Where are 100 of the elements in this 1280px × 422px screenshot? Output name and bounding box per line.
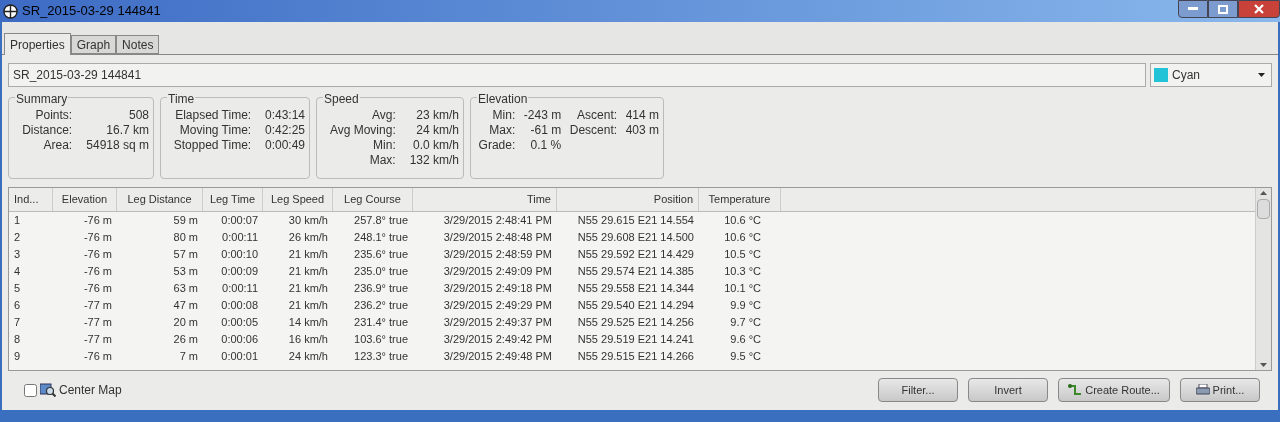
table-cell-text: 3/29/2015 2:49:09 PM	[442, 264, 553, 280]
field-label: Avg:	[370, 108, 396, 123]
color-dropdown[interactable]: Cyan	[1150, 63, 1272, 87]
table-cell-text: 3/29/2015 2:48:41 PM	[442, 213, 553, 229]
tab[interactable]: Notes	[116, 35, 160, 54]
table-cell-text: 8	[13, 332, 22, 348]
field-value: 0.0 km/h	[411, 138, 459, 153]
minimize-button[interactable]	[1178, 0, 1208, 18]
column-header[interactable]: Leg Time	[203, 188, 263, 211]
table-cell-text: 0:00:11	[221, 230, 259, 246]
table-cell-text: N55 29.519 E21 14.241	[576, 332, 695, 348]
table-cell-text: 26 m	[172, 332, 199, 348]
field-label: Elapsed Time:	[174, 108, 252, 123]
column-header[interactable]: Temperature	[699, 188, 781, 211]
table-cell-text: 7	[13, 315, 22, 331]
field-label: Stopped Time:	[172, 138, 252, 153]
field-value: 132 km/h	[408, 153, 459, 168]
column-header[interactable]: Elevation	[53, 188, 117, 211]
column-header[interactable]: Time	[413, 188, 557, 211]
table-cell-text: N55 29.574 E21 14.385	[576, 264, 695, 280]
table-cell-text: -76 m	[82, 213, 113, 229]
table-cell-text: -76 m	[82, 264, 113, 280]
table-cell-text: 0:00:11	[221, 281, 259, 297]
printer-icon	[1195, 384, 1210, 396]
scrollbar[interactable]	[1255, 188, 1271, 370]
table-cell-text: 6	[13, 298, 22, 314]
table-cell-text: N55 29.515 E21 14.266	[576, 349, 695, 365]
table-cell-text: 21 km/h	[287, 298, 329, 314]
table-cell-text: -76 m	[82, 281, 113, 297]
table-cell-text: 10.5 °C	[723, 247, 762, 263]
app-icon	[3, 3, 18, 19]
table-cell-text: 59 m	[172, 213, 199, 229]
table-cell-text: 26 km/h	[287, 230, 329, 246]
field-value: 0:00:49	[263, 138, 305, 153]
minimize-icon	[1188, 7, 1198, 11]
column-header[interactable]: Leg Course	[333, 188, 413, 211]
field-value: 0:43:14	[263, 108, 305, 123]
action-button[interactable]: Create Route...	[1058, 378, 1170, 402]
table-cell-text: 21 km/h	[287, 247, 329, 263]
table-cell-text: 30 km/h	[287, 213, 329, 229]
table-cell-text: 10.3 °C	[723, 264, 762, 280]
scrollbar-thumb[interactable]	[1257, 199, 1270, 219]
name-field[interactable]: SR_2015-03-29 144841	[8, 63, 1146, 87]
table-cell-text: 0:00:07	[220, 213, 259, 229]
table-cell-text: 257.8° true	[353, 213, 409, 229]
column-header[interactable]: Leg Speed	[263, 188, 333, 211]
table-cell-text: 3/29/2015 2:49:37 PM	[442, 315, 553, 331]
tab[interactable]: Graph	[70, 35, 117, 54]
table-cell-text: 0:00:10	[220, 247, 259, 263]
table-cell-text: 9.5 °C	[729, 349, 762, 365]
route-icon	[1068, 384, 1083, 396]
table-cell-text: 0:00:01	[220, 349, 259, 365]
table-cell-text: 1	[13, 213, 22, 229]
close-icon	[1254, 4, 1264, 14]
table-cell-text: 0:00:09	[220, 264, 259, 280]
field-label: Distance:	[21, 123, 73, 138]
field-label: Avg Moving:	[328, 123, 396, 138]
action-button[interactable]: Print...	[1180, 378, 1260, 402]
table-cell-text: N55 29.558 E21 14.344	[576, 281, 695, 297]
table-cell-text: 3/29/2015 2:48:59 PM	[442, 247, 553, 263]
table-cell-text: 53 m	[172, 264, 199, 280]
table-cell-text: 14 km/h	[287, 315, 329, 331]
table-cell-text: 0:00:06	[220, 332, 259, 348]
center-map-checkbox[interactable]	[24, 383, 37, 397]
table-cell-text: 10.6 °C	[723, 213, 762, 229]
table-cell-text: 9	[13, 349, 22, 365]
dropdown-value: Cyan	[1172, 67, 1201, 84]
action-button[interactable]: Filter...	[878, 378, 958, 402]
field-value: 54918 sq m	[85, 138, 149, 153]
field-value: 508	[127, 108, 149, 123]
column-header[interactable]: Ind...	[9, 188, 53, 211]
table-cell-text: 9.6 °C	[729, 332, 762, 348]
close-button[interactable]	[1238, 0, 1280, 18]
table-cell-text: -76 m	[82, 247, 113, 263]
table-cell-text: 20 m	[172, 315, 199, 331]
field-value: 24 km/h	[415, 123, 459, 138]
field-label: Moving Time:	[178, 123, 252, 138]
field-label: Ascent:	[576, 108, 618, 123]
maximize-button[interactable]	[1208, 0, 1238, 18]
table-cell-text: 10.6 °C	[723, 230, 762, 246]
table-cell-text: 0:00:05	[220, 315, 259, 331]
table-cell-text: 21 km/h	[287, 264, 329, 280]
column-header[interactable]: Leg Distance	[117, 188, 203, 211]
table-cell-text: 9.9 °C	[729, 298, 762, 314]
table-cell-text: 2	[13, 230, 22, 246]
table-cell-text: -76 m	[82, 230, 113, 246]
field-value: 16.7 km	[105, 123, 149, 138]
action-button[interactable]: Invert	[968, 378, 1048, 402]
column-header[interactable]: Position	[557, 188, 699, 211]
table-cell-text: N55 29.525 E21 14.256	[576, 315, 695, 331]
table-cell-text: 24 km/h	[287, 349, 329, 365]
tab[interactable]: Properties	[4, 33, 71, 55]
caret-icon	[1258, 73, 1265, 77]
table-cell-text: 16 km/h	[287, 332, 329, 348]
table-cell-text: 0:00:08	[220, 298, 259, 314]
field-label: Grade:	[477, 138, 516, 153]
field-value: 0:42:25	[263, 123, 305, 138]
table-cell-text: 3/29/2015 2:49:18 PM	[442, 281, 553, 297]
table-cell-text: 3/29/2015 2:49:48 PM	[442, 349, 553, 365]
table-cell-text: 7 m	[178, 349, 199, 365]
